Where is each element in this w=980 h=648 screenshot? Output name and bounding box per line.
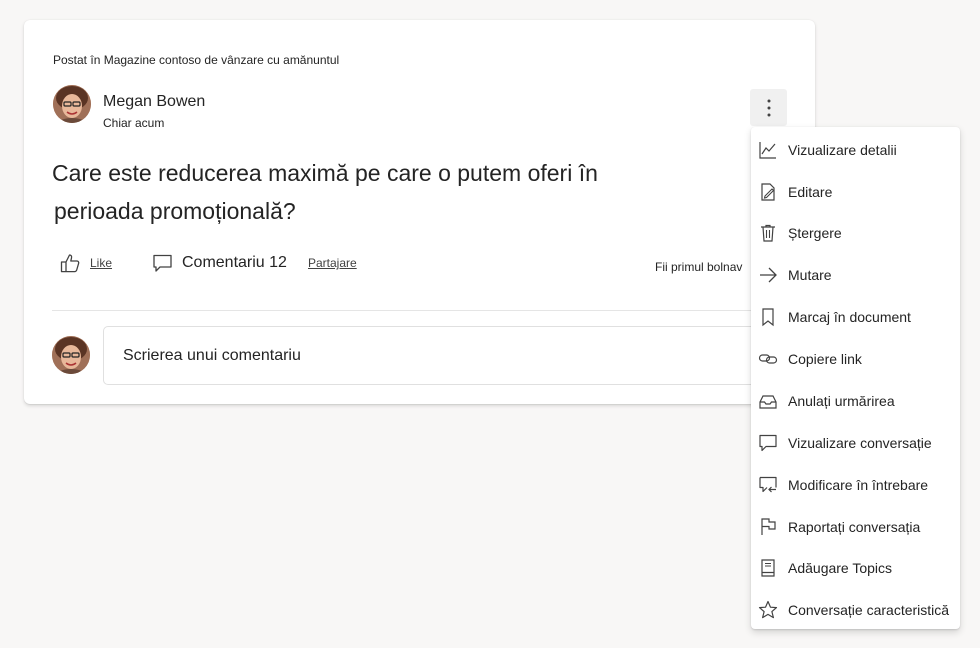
menu-label: Copiere link (788, 351, 862, 367)
menu-item-unfollow[interactable]: Anulați urmărirea (751, 381, 960, 421)
question-line-2: perioada promoțională? (54, 198, 296, 224)
post-timestamp[interactable]: Chiar acum (103, 116, 164, 130)
comment-icon (153, 254, 172, 272)
comment-label: Comentariu 12 (182, 254, 287, 271)
comment-button[interactable]: Comentariu 12 (152, 253, 287, 273)
inbox-icon (759, 395, 777, 409)
current-user-avatar (52, 336, 90, 374)
comment-input[interactable]: Scrierea unui comentariu (103, 326, 783, 385)
link-icon (758, 354, 778, 364)
first-like-label: Fii primul bolnav (655, 260, 743, 274)
more-options-menu: Vizualizare detalii Editare Ștergere Mut… (751, 127, 960, 629)
menu-item-edit[interactable]: Editare (751, 172, 960, 212)
menu-item-move[interactable]: Mutare (751, 255, 960, 295)
trash-icon (761, 224, 775, 242)
menu-item-view-details[interactable]: Vizualizare detalii (751, 130, 960, 170)
more-options-button[interactable] (750, 89, 787, 126)
menu-item-bookmark[interactable]: Marcaj în document (751, 297, 960, 337)
menu-label: Anulați urmărirea (788, 393, 895, 409)
more-vertical-icon (767, 99, 770, 116)
menu-item-delete[interactable]: Ștergere (751, 213, 960, 253)
post-card: Postat în Magazine contoso de vânzare cu… (24, 20, 815, 404)
author-name[interactable]: Megan Bowen (103, 93, 205, 111)
bookmark-icon (762, 308, 774, 327)
menu-label: Raportați conversația (788, 519, 921, 535)
menu-label: Vizualizare conversație (788, 435, 932, 451)
menu-item-change-to-question[interactable]: Modificare în întrebare (751, 465, 960, 505)
menu-item-view-conversation[interactable]: Vizualizare conversație (751, 423, 960, 463)
author-avatar[interactable] (53, 85, 91, 123)
menu-item-report[interactable]: Raportați conversația (751, 507, 960, 547)
menu-label: Ștergere (788, 225, 842, 241)
menu-label: Adăugare Topics (788, 560, 893, 576)
divider (52, 310, 815, 311)
edit-icon (761, 183, 775, 201)
post-question: Care este reducerea maximă pe care o put… (52, 154, 692, 230)
menu-item-add-topics[interactable]: Adăugare Topics (751, 548, 960, 588)
menu-label: Mutare (788, 267, 832, 283)
menu-label: Vizualizare detalii (788, 142, 897, 158)
menu-label: Editare (788, 184, 833, 200)
like-button[interactable]: Like (60, 253, 112, 273)
chat-arrow-icon (759, 476, 777, 493)
menu-item-copy-link[interactable]: Copiere link (751, 339, 960, 379)
chat-icon (759, 434, 777, 452)
book-icon (761, 559, 775, 577)
menu-label: Marcaj în document (788, 309, 911, 325)
like-label: Like (90, 256, 113, 270)
menu-label: Modificare în întrebare (788, 477, 929, 493)
thumbs-up-icon (60, 254, 80, 273)
star-icon (758, 600, 778, 619)
share-button[interactable]: Partajare (308, 256, 357, 270)
chart-line-icon (759, 142, 776, 159)
menu-label: Conversație caracteristică (788, 602, 950, 618)
menu-item-feature-conversation[interactable]: Conversație caracteristică (751, 590, 960, 630)
question-line-1: Care este reducerea maximă pe care o put… (52, 160, 598, 186)
comment-placeholder: Scrierea unui comentariu (123, 346, 301, 364)
arrow-right-icon (760, 267, 777, 283)
flag-icon (761, 518, 776, 535)
posted-in-label[interactable]: Postat în Magazine contoso de vânzare cu… (53, 53, 339, 67)
